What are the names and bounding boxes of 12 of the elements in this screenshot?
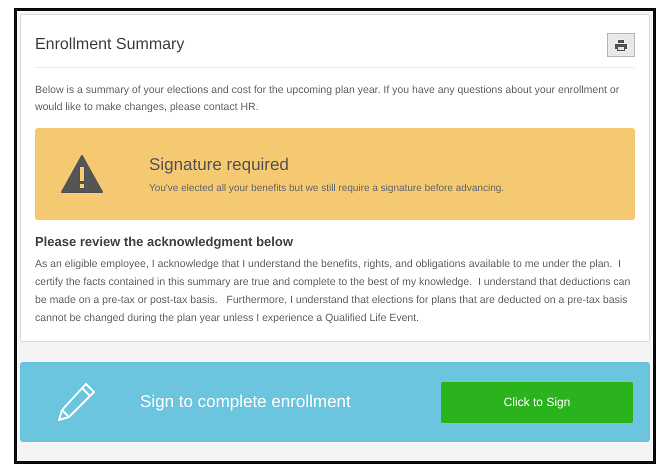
acknowledgment-text: As an eligible employee, I acknowledge that I understand the benefits, rights, and obligations available to me under the plan. I certify the facts contained in this summary are true and complete to the best of my knowledge. I understand that deductions can be made on a pre-tax or post-tax basis. Furthermore, I understand that elections for plans that are deducted on a pre-tax basis cannot be changed during the plan year unless I experience a Qualified Life Event. bbox=[35, 257, 632, 326]
alert-message: You've elected all your benefits but we still require a signature before advancing. bbox=[149, 182, 504, 194]
sign-label: Sign to complete enrollment bbox=[140, 392, 352, 412]
section-heading: Please review the acknowledgment below bbox=[35, 234, 294, 249]
alert-title: Signature required bbox=[149, 154, 290, 174]
panel-title: Enrollment Summary bbox=[35, 36, 184, 54]
print-icon bbox=[615, 40, 627, 50]
pencil-icon bbox=[56, 381, 98, 423]
sign-button[interactable]: Click to Sign bbox=[441, 382, 633, 422]
print-button[interactable] bbox=[607, 33, 635, 57]
warning-icon bbox=[61, 155, 103, 193]
intro-text: Below is a summary of your elections and cost for the upcoming plan year. If you have any questions about your enrollment or would like to make changes, please contact HR. bbox=[35, 83, 620, 115]
